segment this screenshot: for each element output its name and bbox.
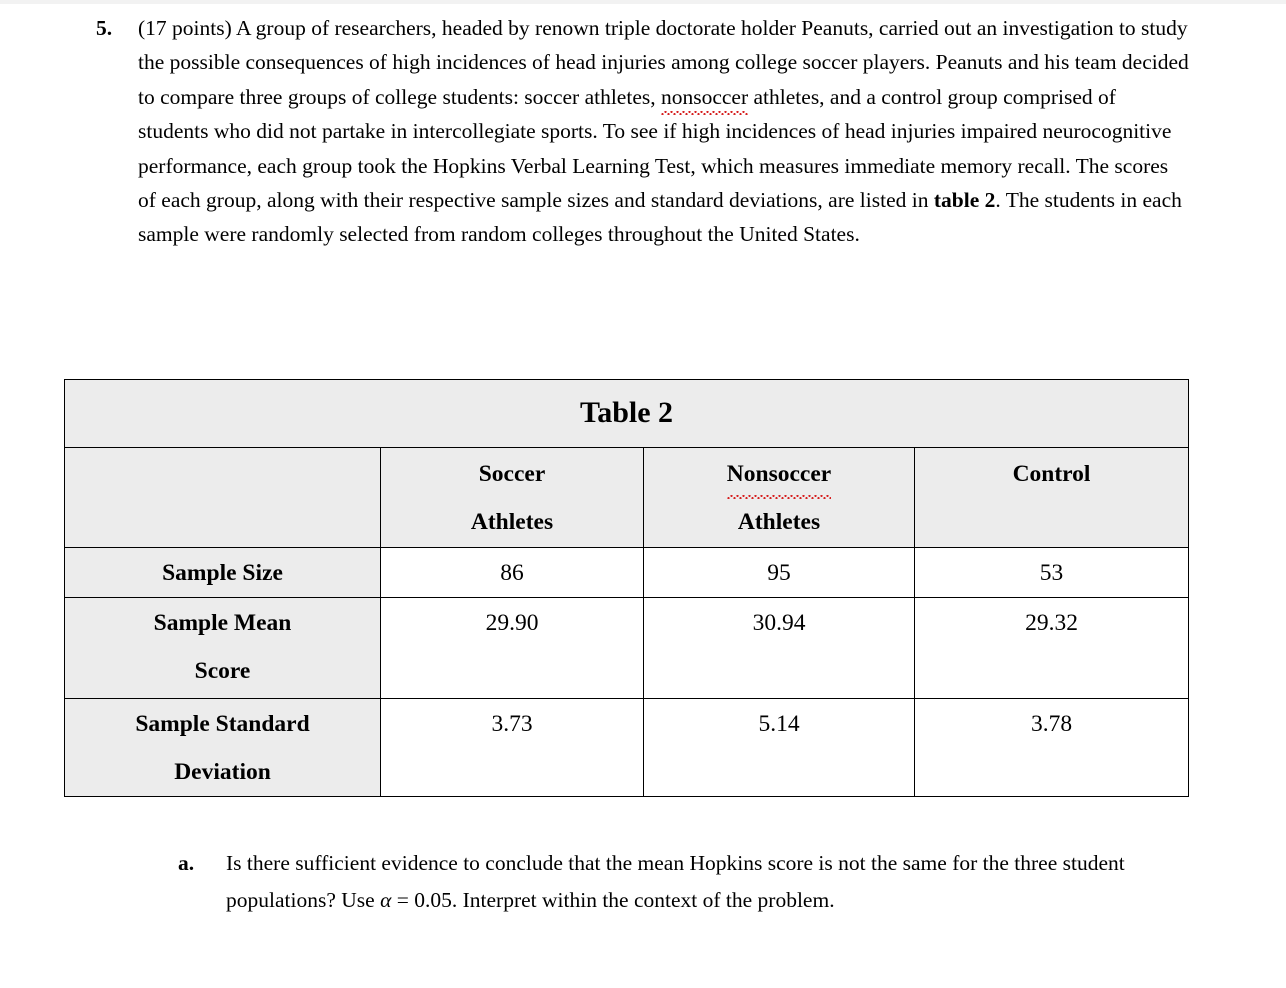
cell-sample-size-control: 53: [913, 547, 1190, 598]
column-header-soccer-athletes: Soccer Athletes: [380, 447, 644, 548]
misspelled-word-nonsoccer-header: Nonsoccer: [726, 450, 832, 499]
table-header-row: Soccer Athletes Nonsoccer Athletes Contr…: [64, 447, 1190, 548]
part-a-letter: a.: [178, 851, 195, 875]
table-title-row: Table 2: [63, 379, 1190, 448]
column-header-soccer-athletes-line1: Soccer: [478, 461, 546, 487]
question-number: 5.: [96, 16, 113, 40]
cell-sample-size-soccer: 86: [380, 547, 644, 598]
table-title: Table 2: [63, 379, 1190, 448]
cell-sample-size-nonsoccer: 95: [643, 547, 915, 598]
cell-sample-mean-control: 29.32: [913, 597, 1190, 699]
table-corner-cell: [64, 447, 381, 548]
column-header-soccer-athletes-line2: Athletes: [470, 509, 554, 535]
column-header-nonsoccer-athletes: Nonsoccer Athletes: [643, 447, 915, 548]
row-label-sample-standard-deviation-line1: Sample Standard: [135, 711, 310, 737]
alpha-symbol: α: [380, 888, 392, 912]
page-top-edge: [0, 0, 1286, 4]
cell-sample-sd-soccer: 3.73: [380, 698, 644, 797]
column-header-control-line1: Control: [1012, 461, 1091, 487]
part-a-text: Is there sufficient evidence to conclude…: [226, 845, 1188, 919]
misspelled-word-nonsoccer: nonsoccer: [660, 80, 749, 116]
row-label-sample-mean-score-line2: Score: [194, 658, 251, 684]
column-header-control: Control: [913, 447, 1190, 548]
part-a-text-after-alpha: = 0.05. Interpret within the context of …: [391, 888, 835, 912]
table-2: Table 2 Soccer Athletes Nonsoccer Athlet…: [63, 379, 1190, 797]
row-label-sample-standard-deviation-line2: Deviation: [174, 759, 271, 785]
column-header-nonsoccer-athletes-line2: Athletes: [737, 509, 821, 535]
cell-sample-mean-nonsoccer: 30.94: [643, 597, 915, 699]
row-label-sample-size: Sample Size: [64, 547, 381, 598]
row-label-sample-standard-deviation: Sample Standard Deviation: [64, 698, 381, 797]
document-page: 5. (17 points) A group of researchers, h…: [0, 0, 1286, 988]
part-a-block: a. Is there sufficient evidence to concl…: [178, 845, 1188, 919]
question-text: (17 points) A group of researchers, head…: [138, 11, 1190, 252]
table-row: Sample Standard Deviation 3.73 5.14 3.78: [64, 698, 1190, 797]
cell-sample-mean-soccer: 29.90: [380, 597, 644, 699]
row-label-sample-size-line1: Sample Size: [162, 560, 283, 586]
table-reference-bold: table 2: [933, 188, 996, 213]
table-row: Sample Mean Score 29.90 30.94 29.32: [64, 597, 1190, 699]
question-5-block: 5. (17 points) A group of researchers, h…: [96, 11, 1190, 252]
column-header-nonsoccer-athletes-line1: Nonsoccer: [644, 450, 914, 499]
cell-sample-sd-control: 3.78: [913, 698, 1190, 797]
cell-sample-sd-nonsoccer: 5.14: [643, 698, 915, 797]
row-label-sample-mean-score: Sample Mean Score: [64, 597, 381, 699]
table-row: Sample Size 86 95 53: [64, 547, 1190, 598]
row-label-sample-mean-score-line1: Sample Mean: [153, 610, 292, 636]
table-2-container: Table 2 Soccer Athletes Nonsoccer Athlet…: [63, 379, 1190, 797]
